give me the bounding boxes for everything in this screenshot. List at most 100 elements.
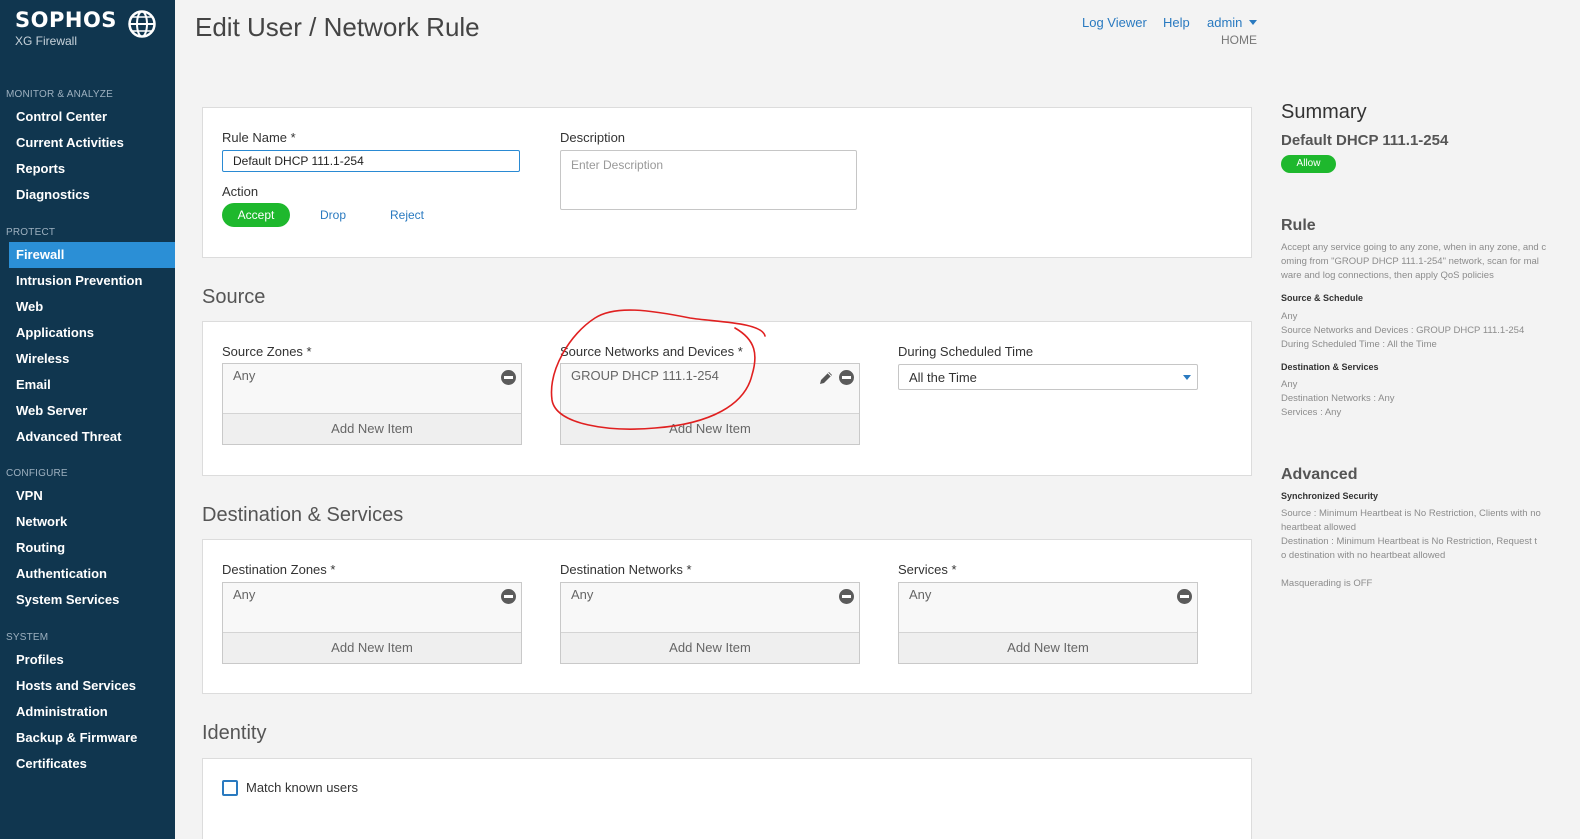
sidebar-item-hosts-and-services[interactable]: Hosts and Services (0, 673, 175, 699)
identity-card (202, 758, 1252, 839)
schedule-value: All the Time (909, 370, 977, 385)
summary-rule-desc-3: ware and log connections, then apply QoS… (1281, 270, 1494, 281)
description-input[interactable]: Enter Description (560, 150, 857, 210)
summary-src-any: Any (1281, 311, 1298, 322)
remove-icon[interactable] (1177, 589, 1192, 604)
summary-rule-desc-1: Accept any service going to any zone, wh… (1281, 242, 1547, 253)
red-annotation-circle (550, 309, 766, 430)
destination-section-title: Destination & Services (202, 504, 404, 526)
list-item: Any (223, 364, 521, 414)
summary-dest-services: Destination & Services (1281, 362, 1379, 372)
identity-section-title: Identity (202, 722, 267, 744)
summary-src-networks: Source Networks and Devices : GROUP DHCP… (1281, 325, 1525, 336)
chevron-down-icon (1183, 375, 1191, 380)
service-value: Any (909, 587, 932, 602)
summary-src-time: During Scheduled Time : All the Time (1281, 339, 1437, 350)
action-label: Action (222, 184, 259, 199)
remove-icon[interactable] (839, 370, 854, 385)
schedule-select[interactable]: All the Time (898, 364, 1198, 390)
nav-section-monitor: MONITOR & ANALYZE Control Center Current… (0, 86, 175, 208)
source-section-title: Source (202, 286, 266, 308)
brand: SOPHOS XG Firewall (15, 8, 117, 48)
rule-name-input[interactable]: Default DHCP 111.1-254 (222, 150, 520, 172)
product-name: XG Firewall (15, 34, 78, 48)
summary-rule-desc-2: oming from "GROUP DHCP 111.1-254" networ… (1281, 256, 1539, 267)
summary-masquerading: Masquerading is OFF (1281, 578, 1373, 589)
summary-adv-dst-2: o destination with no heartbeat allowed (1281, 550, 1446, 561)
sidebar-item-system-services[interactable]: System Services (0, 587, 175, 613)
sidebar-item-network[interactable]: Network (0, 509, 175, 535)
remove-icon[interactable] (501, 370, 516, 385)
destination-zones-list: Any Add New Item (222, 582, 522, 664)
globe-icon (128, 10, 156, 38)
sidebar-item-control-center[interactable]: Control Center (0, 104, 175, 130)
accept-button[interactable]: Accept (222, 203, 290, 227)
log-viewer-link[interactable]: Log Viewer (1082, 15, 1147, 30)
summary-rule-heading: Rule (1281, 217, 1316, 234)
add-source-zone-button[interactable]: Add New Item (223, 414, 521, 444)
nav-heading: CONFIGURE (6, 468, 68, 479)
sidebar-item-web-server[interactable]: Web Server (0, 398, 175, 424)
sidebar-item-wireless[interactable]: Wireless (0, 346, 175, 372)
summary-advanced-heading: Advanced (1281, 466, 1358, 483)
summary-source-schedule: Source & Schedule (1281, 293, 1364, 303)
summary-dst-networks: Destination Networks : Any (1281, 393, 1395, 404)
summary-adv-dst-1: Destination : Minimum Heartbeat is No Re… (1281, 536, 1538, 547)
admin-menu[interactable]: admin (1207, 15, 1258, 30)
source-zones-label: Source Zones * (222, 344, 312, 359)
summary-dst-any: Any (1281, 379, 1298, 390)
match-known-users-label: Match known users (246, 780, 358, 795)
summary-rule-name: Default DHCP 111.1-254 (1281, 132, 1449, 149)
summary-dst-services: Services : Any (1281, 407, 1342, 418)
nav-heading: MONITOR & ANALYZE (6, 89, 113, 100)
sidebar-item-email[interactable]: Email (0, 372, 175, 398)
remove-icon[interactable] (501, 589, 516, 604)
services-list: Any Add New Item (898, 582, 1198, 664)
sidebar-item-profiles[interactable]: Profiles (0, 647, 175, 673)
summary-sync-security: Synchronized Security (1281, 491, 1379, 501)
add-service-button[interactable]: Add New Item (899, 633, 1197, 663)
breadcrumb[interactable]: HOME (1221, 33, 1257, 47)
chevron-down-icon (1249, 20, 1258, 25)
list-item: Any (899, 583, 1197, 633)
nav-heading: SYSTEM (6, 632, 49, 643)
summary-title: Summary (1281, 101, 1367, 123)
sidebar-item-reports[interactable]: Reports (0, 156, 175, 182)
sidebar: SOPHOS XG Firewall MONITOR & ANALYZE Con… (0, 0, 175, 839)
nav-heading: PROTECT (6, 227, 56, 238)
destination-networks-label: Destination Networks * (560, 562, 692, 577)
add-destination-network-button[interactable]: Add New Item (561, 633, 859, 663)
rule-name-label: Rule Name * (222, 130, 296, 145)
sidebar-item-backup-firmware[interactable]: Backup & Firmware (0, 725, 175, 751)
destination-networks-list: Any Add New Item (560, 582, 860, 664)
nav-section-configure: CONFIGURE VPN Network Routing Authentica… (0, 465, 175, 613)
pencil-icon[interactable] (818, 370, 834, 386)
sidebar-item-administration[interactable]: Administration (0, 699, 175, 725)
sidebar-item-advanced-threat[interactable]: Advanced Threat (0, 424, 175, 450)
sidebar-item-applications[interactable]: Applications (0, 320, 175, 346)
add-destination-zone-button[interactable]: Add New Item (223, 633, 521, 663)
remove-icon[interactable] (839, 589, 854, 604)
description-label: Description (560, 130, 626, 145)
sidebar-item-routing[interactable]: Routing (0, 535, 175, 561)
sidebar-item-intrusion-prevention[interactable]: Intrusion Prevention (0, 268, 175, 294)
schedule-label: During Scheduled Time (898, 344, 1034, 359)
drop-button[interactable]: Drop (320, 208, 346, 222)
sidebar-item-vpn[interactable]: VPN (0, 483, 175, 509)
sidebar-item-certificates[interactable]: Certificates (0, 751, 175, 777)
sidebar-item-current-activities[interactable]: Current Activities (0, 130, 175, 156)
destination-network-value: Any (571, 587, 594, 602)
match-known-users-checkbox[interactable] (222, 780, 238, 796)
help-link[interactable]: Help (1163, 15, 1190, 30)
sidebar-item-diagnostics[interactable]: Diagnostics (0, 182, 175, 208)
nav-section-protect: PROTECT Firewall Intrusion Prevention We… (0, 224, 175, 450)
brand-name: SOPHOS (15, 8, 117, 32)
list-item: Any (223, 583, 521, 633)
services-label: Services * (898, 562, 957, 577)
admin-label: admin (1207, 15, 1243, 30)
reject-button[interactable]: Reject (390, 208, 424, 222)
sidebar-item-web[interactable]: Web (0, 294, 175, 320)
sidebar-item-firewall[interactable]: Firewall (9, 242, 175, 268)
sidebar-item-authentication[interactable]: Authentication (0, 561, 175, 587)
source-zone-value: Any (233, 368, 256, 383)
